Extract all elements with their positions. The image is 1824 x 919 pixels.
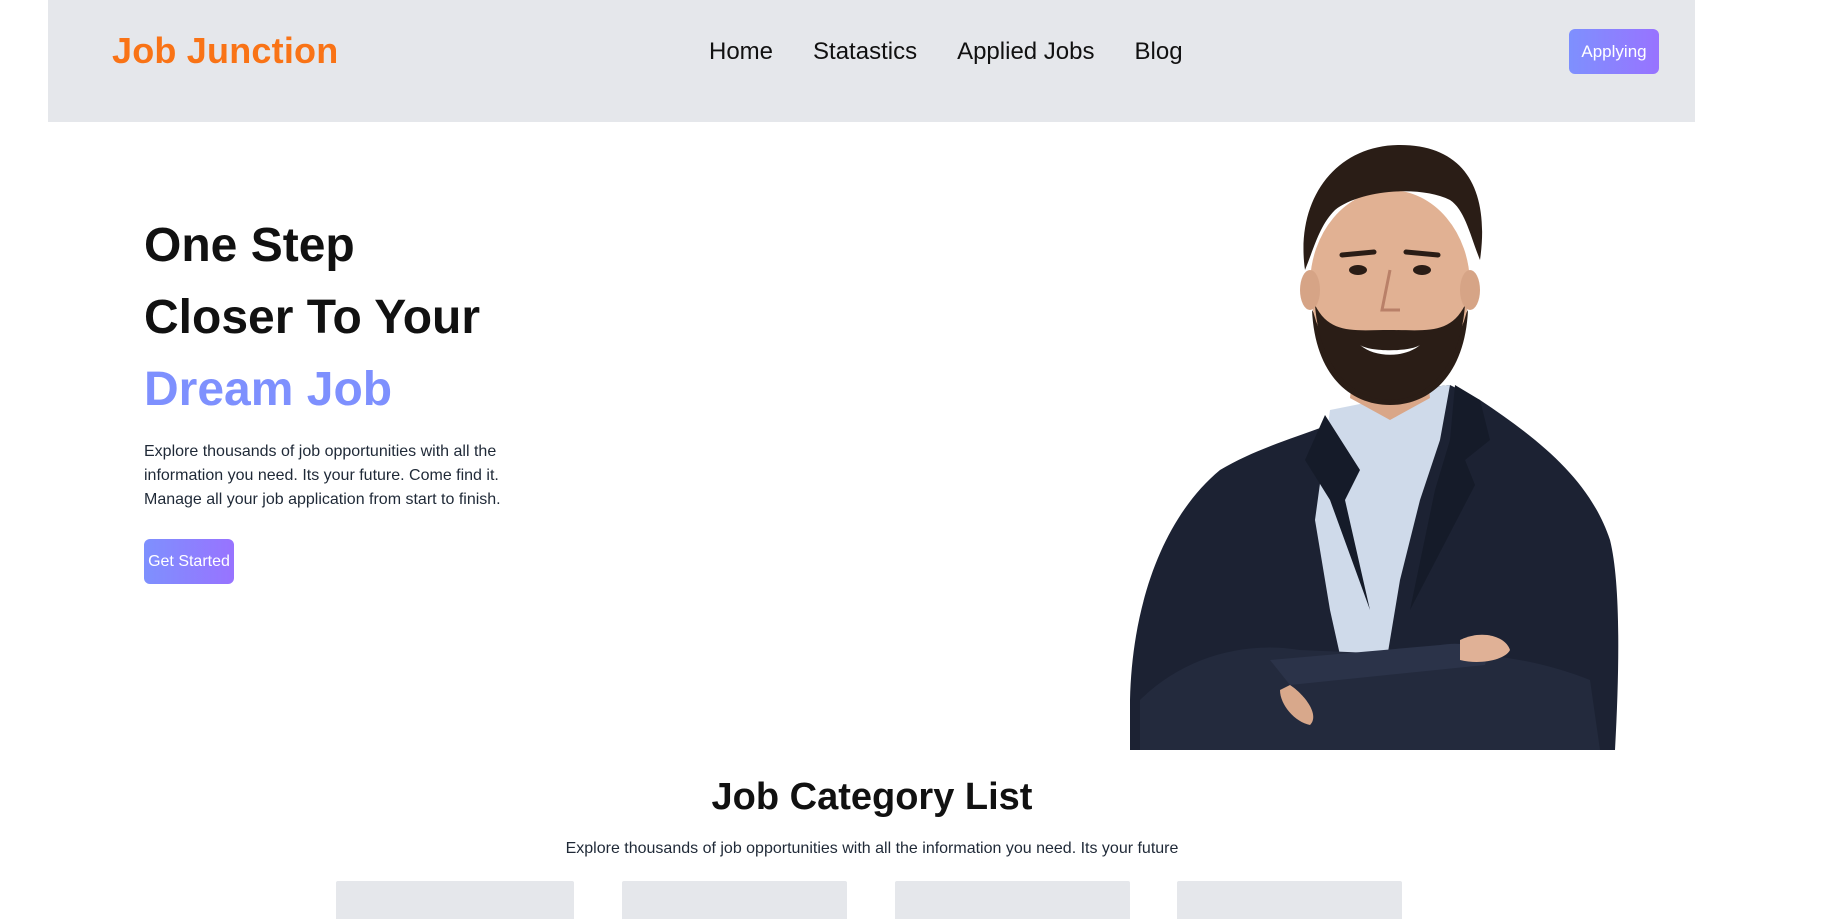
hero-description-line: Manage all your job application from sta… — [144, 491, 501, 508]
get-started-button[interactable]: Get Started — [144, 539, 234, 584]
hero-person-image — [1130, 145, 1619, 750]
nav-link-statistics[interactable]: Statastics — [813, 38, 917, 66]
page: Job Junction Home Statastics Applied Job… — [0, 0, 1824, 919]
category-card[interactable] — [622, 881, 847, 919]
hero-title-highlight: Dream Job — [144, 363, 393, 416]
category-card[interactable] — [895, 881, 1130, 919]
hero-description-line: information you need. Its your future. C… — [144, 467, 499, 484]
nav-link-home[interactable]: Home — [709, 38, 773, 66]
site-logo[interactable]: Job Junction — [112, 30, 338, 72]
main-nav: Home Statastics Applied Jobs Blog — [709, 38, 1183, 66]
hero-title-line-1: One Step — [144, 219, 355, 272]
site-header: Job Junction Home Statastics Applied Job… — [48, 0, 1695, 122]
job-category-title: Job Category List — [711, 776, 1033, 818]
job-category-description: Explore thousands of job opportunities w… — [565, 840, 1179, 857]
nav-link-blog[interactable]: Blog — [1135, 38, 1183, 66]
applying-button[interactable]: Applying — [1569, 29, 1659, 74]
hero-description: Explore thousands of job opportunities w… — [144, 440, 534, 512]
category-card[interactable] — [336, 881, 574, 919]
hero-description-line: Explore thousands of job opportunities w… — [144, 443, 497, 460]
category-card[interactable] — [1177, 881, 1402, 919]
hero-title-line-2: Closer To Your — [144, 291, 481, 344]
hero-title: One Step Closer To Your Dream Job — [144, 210, 480, 426]
nav-link-applied-jobs[interactable]: Applied Jobs — [957, 38, 1094, 66]
